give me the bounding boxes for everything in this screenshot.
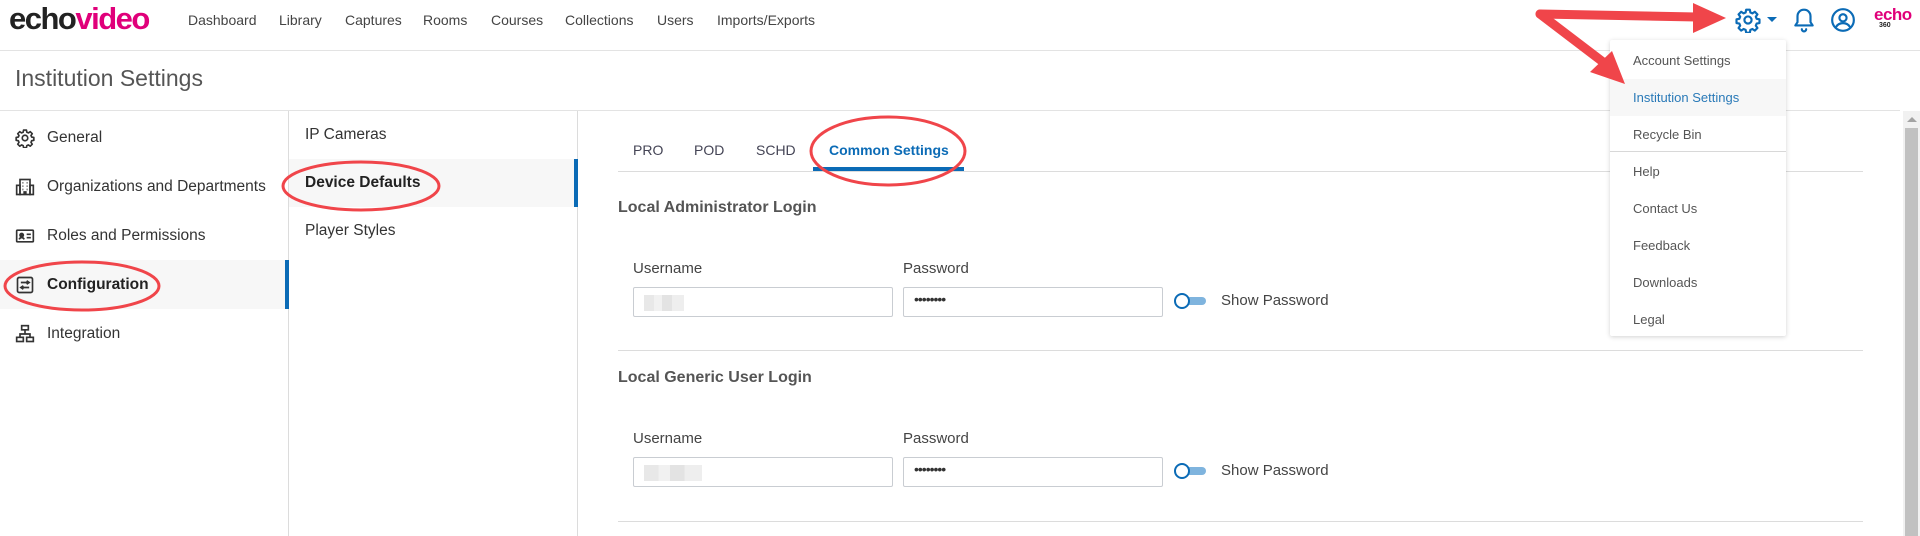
menu-item-label: Account Settings [1633, 53, 1731, 68]
tab-common-settings[interactable]: Common Settings [829, 142, 949, 158]
nav-link-collections[interactable]: Collections [565, 12, 633, 28]
show-password-label: Show Password [1221, 292, 1329, 309]
network-icon [14, 323, 36, 345]
password-mask: •••••••• [914, 291, 946, 307]
settings-menu-button[interactable] [1735, 7, 1761, 34]
settings-dropdown-menu: Account Settings Institution Settings Re… [1610, 40, 1786, 336]
menu-item-label: Contact Us [1633, 201, 1698, 216]
sidebar-item-configuration[interactable]: Configuration [0, 260, 289, 309]
admin-password-input[interactable]: •••••••• [903, 287, 1163, 317]
scroll-up-arrow-icon[interactable] [1907, 117, 1917, 122]
echo360-logo: echo 360 [1874, 6, 1912, 29]
nav-link-library[interactable]: Library [279, 12, 322, 28]
menu-item-downloads[interactable]: Downloads [1610, 264, 1786, 301]
subnav-item-label: IP Cameras [305, 126, 387, 143]
nav-link-imports-exports[interactable]: Imports/Exports [717, 12, 815, 28]
menu-item-account-settings[interactable]: Account Settings [1610, 42, 1786, 79]
sidebar-item-roles-permissions[interactable]: Roles and Permissions [0, 211, 288, 260]
nav-link-rooms[interactable]: Rooms [423, 12, 467, 28]
sidebar-item-integration[interactable]: Integration [0, 309, 288, 358]
redacted-username [644, 465, 702, 481]
configuration-subnav: IP Cameras Device Defaults Player Styles [289, 111, 578, 536]
logo-text-video: video [75, 1, 150, 36]
password-label: Password [903, 260, 969, 277]
gear-icon [1735, 8, 1761, 34]
nav-link-dashboard[interactable]: Dashboard [188, 12, 257, 28]
tab-pod[interactable]: POD [694, 142, 724, 158]
toggle-knob [1174, 293, 1190, 309]
sidebar-item-general[interactable]: General [0, 113, 288, 162]
sidebar-item-label: Integration [47, 324, 121, 342]
menu-item-label: Recycle Bin [1633, 127, 1702, 142]
menu-item-legal[interactable]: Legal [1610, 301, 1786, 338]
nav-link-users[interactable]: Users [657, 12, 694, 28]
user-profile-button[interactable] [1830, 7, 1856, 33]
sidebar-item-label: General [47, 128, 103, 146]
menu-item-label: Legal [1633, 312, 1665, 327]
section-title-local-generic-user: Local Generic User Login [618, 369, 812, 386]
menu-item-recycle-bin[interactable]: Recycle Bin [1610, 116, 1786, 153]
menu-item-label: Downloads [1633, 275, 1698, 290]
username-label: Username [633, 430, 703, 447]
menu-item-label: Feedback [1633, 238, 1691, 253]
user-circle-icon [1831, 8, 1855, 32]
redacted-username [644, 295, 684, 311]
generic-password-input[interactable]: •••••••• [903, 457, 1163, 487]
active-tab-indicator [813, 167, 964, 171]
menu-item-contact-us[interactable]: Contact Us [1610, 190, 1786, 227]
settings-sidebar: General Organizations and Departments Ro… [0, 111, 289, 536]
subnav-item-ip-cameras[interactable]: IP Cameras [289, 111, 577, 159]
bell-icon [1794, 8, 1814, 33]
scrollbar-thumb[interactable] [1905, 128, 1918, 536]
sidebar-item-organizations[interactable]: Organizations and Departments [0, 162, 288, 211]
sidebar-item-label: Configuration [47, 275, 149, 293]
echovideo-logo[interactable]: echovideo [9, 1, 150, 37]
section-divider [618, 350, 1863, 351]
subnav-item-player-styles[interactable]: Player Styles [289, 207, 577, 255]
menu-item-institution-settings[interactable]: Institution Settings [1610, 79, 1786, 116]
section-title-local-admin: Local Administrator Login [618, 199, 817, 216]
subnav-item-device-defaults[interactable]: Device Defaults [289, 159, 578, 207]
show-password-label: Show Password [1221, 462, 1329, 479]
show-password-toggle[interactable] [1174, 293, 1208, 309]
username-label: Username [633, 260, 703, 277]
toggle-knob [1174, 463, 1190, 479]
tab-schd[interactable]: SCHD [756, 142, 796, 158]
nav-link-courses[interactable]: Courses [491, 12, 543, 28]
menu-item-help[interactable]: Help [1610, 153, 1786, 190]
show-password-toggle[interactable] [1174, 463, 1208, 479]
tab-pro[interactable]: PRO [633, 142, 663, 158]
notifications-button[interactable] [1791, 7, 1817, 33]
subnav-item-label: Player Styles [305, 222, 396, 239]
logo-text-echo: echo [9, 1, 77, 36]
menu-item-label: Institution Settings [1633, 90, 1740, 105]
nav-link-captures[interactable]: Captures [345, 12, 402, 28]
caret-down-icon[interactable] [1767, 17, 1777, 22]
subnav-item-label: Device Defaults [305, 174, 421, 191]
menu-item-label: Help [1633, 164, 1660, 179]
id-card-icon [14, 225, 36, 247]
sidebar-item-label: Organizations and Departments [47, 177, 266, 195]
page-title: Institution Settings [15, 65, 203, 91]
password-label: Password [903, 430, 969, 447]
sliders-icon [14, 274, 36, 296]
sidebar-item-label: Roles and Permissions [47, 226, 206, 244]
menu-item-feedback[interactable]: Feedback [1610, 227, 1786, 264]
vertical-scrollbar[interactable] [1903, 111, 1920, 536]
gear-icon [14, 127, 36, 149]
menu-divider [1610, 151, 1786, 152]
generic-username-input[interactable] [633, 457, 893, 487]
password-mask: •••••••• [914, 461, 946, 477]
building-icon [14, 176, 36, 198]
section-divider [618, 521, 1863, 522]
admin-username-input[interactable] [633, 287, 893, 317]
